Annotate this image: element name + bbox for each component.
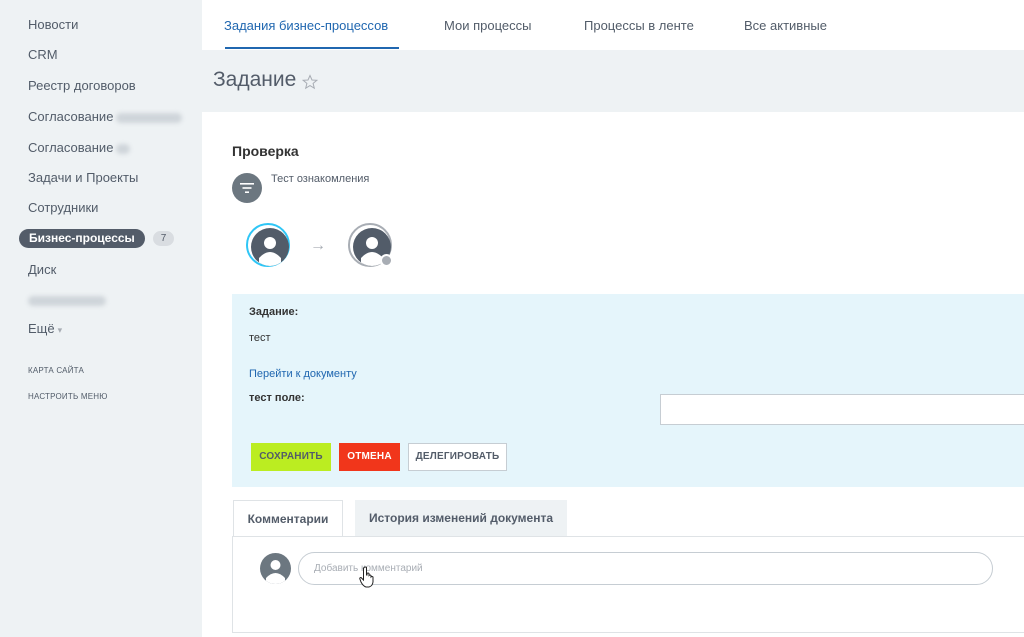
add-comment-input[interactable]: Добавить комментарий	[298, 552, 993, 585]
sidebar-item-label: Бизнес-процессы	[29, 231, 135, 245]
top-tab-bar: Задания бизнес-процессов Мои процессы Пр…	[202, 0, 1024, 50]
chevron-down-icon: ▾	[57, 325, 63, 335]
task-value: тест	[249, 332, 271, 344]
test-field-input[interactable]	[660, 394, 1024, 425]
star-icon[interactable]	[302, 74, 318, 90]
delegate-button[interactable]: ДЕЛЕГИРОВАТЬ	[408, 443, 507, 471]
tab-document-history[interactable]: История изменений документа	[355, 500, 567, 537]
sidebar-item-label: Согласование	[28, 140, 114, 155]
save-button[interactable]: СОХРАНИТЬ	[251, 443, 331, 471]
cancel-button[interactable]: ОТМЕНА	[339, 443, 400, 471]
sidebar-item-label: Реестр договоров	[28, 78, 136, 93]
sidebar-item-label: Сотрудники	[28, 200, 99, 215]
sidebar-item-label: Согласование	[28, 109, 114, 124]
field-label: тест поле:	[249, 392, 305, 404]
active-tab-underline	[225, 47, 399, 49]
sidebar-item-label: Диск	[28, 262, 57, 277]
left-sidebar: Новости CRM Реестр договоров Согласовани…	[0, 0, 202, 637]
sidebar-item-approval-1[interactable]: Согласование	[28, 109, 183, 124]
blurred-text	[116, 112, 183, 123]
clock-icon	[380, 254, 393, 267]
sidebar-item-label: Задачи и Проекты	[28, 170, 139, 185]
sidebar-item-approval-2[interactable]: Согласование	[28, 140, 131, 155]
user-icon	[266, 560, 285, 584]
sidebar-item-label: CRM	[28, 47, 58, 62]
sidebar-counter-badge: 7	[153, 231, 174, 246]
blurred-text	[116, 143, 131, 154]
tab-all-active[interactable]: Все активные	[744, 18, 827, 33]
tab-my-processes[interactable]: Мои процессы	[444, 18, 531, 33]
sidebar-item-crm[interactable]: CRM	[28, 47, 58, 62]
sidebar-item-more[interactable]: Ещё ▾	[28, 321, 62, 336]
sidebar-item-label: Ещё	[28, 321, 55, 336]
user-icon	[251, 228, 289, 266]
go-to-document-link[interactable]: Перейти к документу	[249, 368, 357, 380]
sidebar-item-tasks[interactable]: Задачи и Проекты	[28, 170, 138, 185]
bp-description: Тест ознакомления	[271, 173, 370, 185]
task-label: Задание:	[249, 306, 299, 318]
bp-title: Проверка	[232, 143, 299, 159]
tab-comments[interactable]: Комментарии	[233, 500, 343, 537]
sidebar-item-business-processes[interactable]: Бизнес-процессы	[19, 229, 145, 248]
sitemap-link[interactable]: КАРТА САЙТА	[28, 366, 84, 375]
hand-cursor-icon	[359, 566, 374, 588]
blurred-text	[28, 295, 106, 306]
configure-menu-link[interactable]: НАСТРОИТЬ МЕНЮ	[28, 392, 108, 401]
tab-bp-tasks[interactable]: Задания бизнес-процессов	[224, 18, 388, 33]
sidebar-item-disk[interactable]: Диск	[28, 262, 56, 277]
sidebar-item-employees[interactable]: Сотрудники	[28, 200, 98, 215]
avatar	[260, 553, 291, 584]
filter-icon	[232, 173, 262, 203]
sidebar-item-label: Новости	[28, 17, 79, 32]
sidebar-item-news[interactable]: Новости	[28, 17, 78, 32]
arrow-right-icon: →	[310, 237, 326, 254]
sidebar-item-contracts-registry[interactable]: Реестр договоров	[28, 78, 136, 93]
page-title: Задание	[213, 68, 297, 91]
tab-feed-processes[interactable]: Процессы в ленте	[584, 18, 694, 33]
sidebar-item-blurred[interactable]	[28, 292, 106, 307]
avatar[interactable]	[246, 223, 290, 267]
